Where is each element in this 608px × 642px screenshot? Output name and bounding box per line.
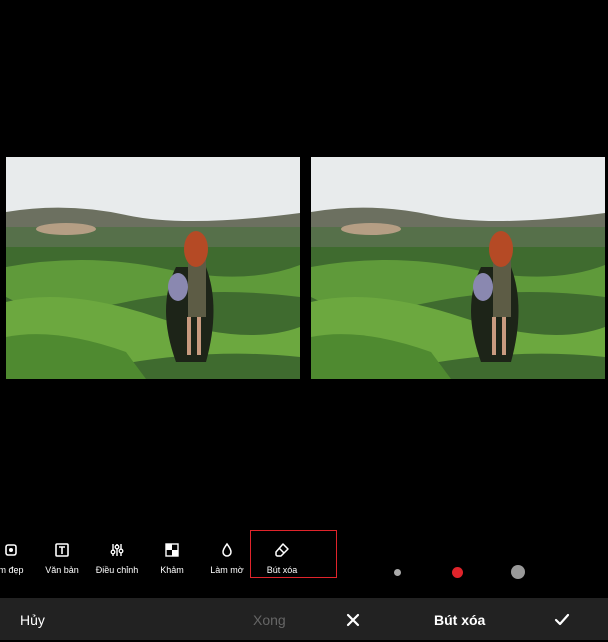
beauty-icon [0, 542, 36, 564]
tool-mosaic[interactable]: Khảm [147, 538, 197, 582]
brush-size-medium[interactable] [452, 567, 463, 578]
footer-left: Hủy Xong [0, 598, 304, 640]
tea-field-photo-right [311, 157, 605, 379]
brush-size-selector [380, 560, 540, 586]
tool-label: m đẹp [0, 565, 24, 575]
tool-label: Văn bản [45, 565, 79, 575]
tool-label: Khảm [160, 565, 184, 575]
edited-photo-preview[interactable] [311, 157, 605, 379]
brush-size-small[interactable] [394, 569, 401, 576]
mosaic-icon [147, 542, 197, 564]
adjust-sliders-icon [92, 542, 142, 564]
tool-label: Làm mờ [210, 565, 244, 575]
tea-field-photo-left [6, 157, 300, 379]
blur-drop-icon [202, 542, 252, 564]
selected-tool-highlight [250, 530, 337, 578]
panel-title: Bút xóa [434, 612, 486, 628]
tool-beauty[interactable]: m đẹp [0, 538, 36, 582]
tool-adjust[interactable]: Điều chỉnh [92, 538, 142, 582]
cancel-button[interactable]: Hủy [20, 598, 45, 642]
footer-right: Bút xóa [304, 598, 608, 640]
tool-label: Điều chỉnh [95, 565, 139, 575]
done-button[interactable]: Xong [253, 598, 286, 642]
tool-blur[interactable]: Làm mờ [202, 538, 252, 582]
tool-text[interactable]: Văn bản [37, 538, 87, 582]
check-icon[interactable] [554, 613, 570, 627]
text-icon [37, 542, 87, 564]
close-icon[interactable] [346, 613, 360, 627]
brush-size-large[interactable] [511, 565, 525, 579]
original-photo [6, 157, 300, 379]
